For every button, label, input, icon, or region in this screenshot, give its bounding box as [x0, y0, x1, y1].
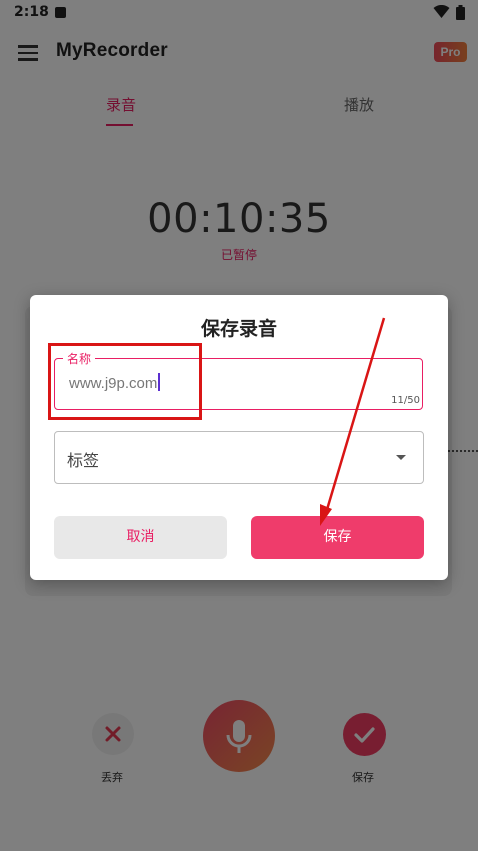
save-button[interactable]: 保存 — [251, 516, 424, 559]
dialog-title: 保存录音 — [200, 318, 277, 340]
tag-dropdown[interactable]: 标签 — [54, 431, 424, 484]
character-counter: 11/50 — [391, 395, 420, 406]
cancel-button[interactable]: 取消 — [54, 516, 227, 559]
tag-field-label: 标签 — [67, 451, 100, 470]
annotation-highlight-box — [48, 343, 202, 420]
dropdown-arrow-icon — [396, 455, 406, 460]
save-recording-dialog: 保存录音 名称 www.j9p.com 11/50 标签 取消 保存 — [30, 295, 448, 580]
